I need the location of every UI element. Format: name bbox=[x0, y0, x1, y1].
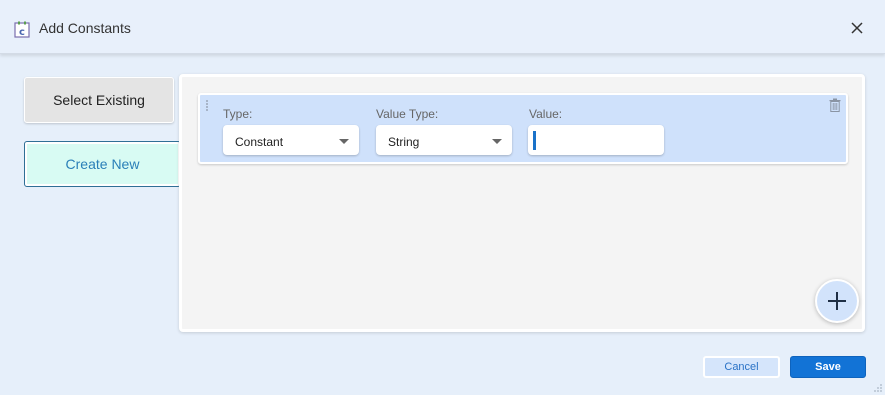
value-input[interactable] bbox=[539, 129, 659, 151]
close-icon[interactable] bbox=[848, 19, 866, 37]
type-select[interactable]: Constant bbox=[223, 125, 359, 155]
resize-grip-icon[interactable] bbox=[873, 382, 883, 392]
value-field[interactable] bbox=[528, 125, 664, 155]
chevron-down-icon bbox=[492, 139, 502, 144]
constants-icon: c bbox=[14, 21, 30, 38]
value-type-label: Value Type: bbox=[376, 107, 439, 121]
dialog-title: Add Constants bbox=[39, 20, 131, 36]
type-select-value: Constant bbox=[235, 135, 284, 149]
select-existing-button[interactable]: Select Existing bbox=[24, 77, 174, 123]
trash-icon[interactable] bbox=[829, 98, 841, 112]
chevron-down-icon bbox=[339, 139, 349, 144]
drag-handle-icon[interactable] bbox=[204, 99, 210, 113]
type-label: Type: bbox=[223, 107, 253, 121]
plus-icon bbox=[828, 292, 846, 310]
svg-text:c: c bbox=[19, 27, 25, 38]
text-cursor bbox=[533, 131, 536, 150]
value-label: Value: bbox=[529, 107, 563, 121]
value-type-select[interactable]: String bbox=[376, 125, 512, 155]
add-constant-button[interactable] bbox=[815, 279, 859, 323]
create-new-button[interactable]: Create New bbox=[24, 141, 181, 187]
cancel-button[interactable]: Cancel bbox=[703, 356, 780, 378]
value-type-select-value: String bbox=[388, 135, 420, 149]
save-button[interactable]: Save bbox=[790, 356, 866, 378]
dialog-titlebar: c Add Constants bbox=[0, 0, 885, 54]
